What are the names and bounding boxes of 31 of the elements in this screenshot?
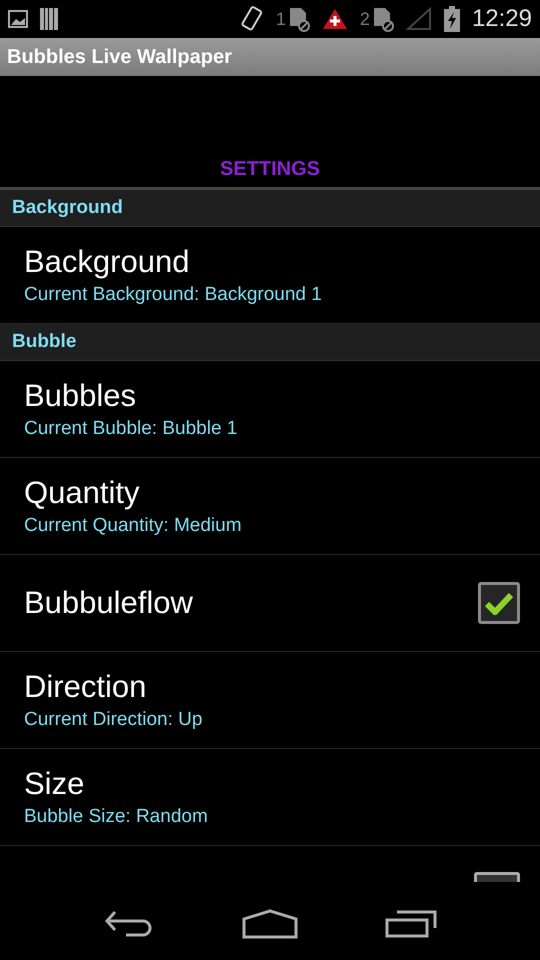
home-icon[interactable] — [242, 909, 298, 939]
storage-icon — [40, 8, 58, 30]
settings-heading: SETTINGS — [220, 158, 320, 181]
preference-summary: Bubble Size: Random — [24, 806, 209, 828]
preference-title[interactable]: Bubbuleflow — [24, 585, 478, 621]
clock: 12:29 — [472, 5, 532, 33]
preference-summary: Current Bubble: Bubble 1 — [24, 418, 238, 440]
preference-summary: Current Quantity: Medium — [24, 515, 243, 537]
sim-card-icon — [372, 6, 394, 32]
preference-title[interactable]: Background — [24, 244, 520, 280]
preference-summary: Current Background: Background 1 — [24, 284, 323, 306]
preference-title[interactable]: Bubbles — [24, 378, 520, 414]
window-title: Bubbles Live Wallpaper — [7, 46, 232, 68]
category-title: Bubble — [12, 331, 76, 353]
preference-title[interactable]: Size — [24, 766, 520, 802]
sim-number: 1 — [276, 8, 286, 30]
cut-off-frame-edge — [474, 872, 520, 882]
category-title: Background — [12, 197, 123, 219]
sim-card-icon — [288, 6, 310, 32]
sim-number: 2 — [360, 8, 370, 30]
checkbox[interactable] — [478, 582, 520, 624]
check-icon — [485, 591, 513, 615]
vibrate-icon — [240, 5, 264, 33]
preference-title[interactable]: Quantity — [24, 475, 520, 511]
warning-cross-icon — [322, 8, 348, 30]
preference-summary: Current Direction: Up — [24, 709, 204, 731]
preference-title[interactable]: Direction — [24, 669, 520, 705]
recent-apps-icon[interactable] — [384, 910, 437, 938]
signal-icon — [406, 7, 432, 31]
battery-charging-icon — [444, 6, 460, 32]
picture-icon — [8, 10, 28, 28]
